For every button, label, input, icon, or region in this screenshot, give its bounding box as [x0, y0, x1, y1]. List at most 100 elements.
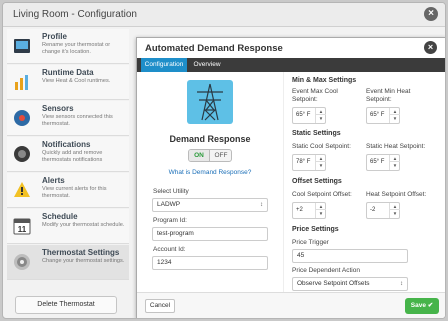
increment-icon[interactable]: ▲	[316, 108, 326, 115]
sidebar-item-desc: Change your thermostat settings.	[42, 258, 125, 264]
min-heat-label: Event Min Heat Setpoint:	[366, 88, 411, 103]
tab-bar: Configuration Overview	[137, 58, 445, 72]
dialog-title: Automated Demand Response	[145, 43, 283, 54]
heat-offset-stepper[interactable]: -2 ▲ ▼	[366, 202, 400, 219]
static-section-title: Static Settings	[292, 130, 341, 137]
price-trigger-label: Price Trigger	[292, 239, 329, 246]
demand-response-dialog: Automated Demand Response × Configuratio…	[136, 37, 445, 318]
sidebar-item-label: Notifications	[42, 140, 91, 149]
sidebar-item-sensors[interactable]: Sensors View sensors connected this ther…	[7, 101, 129, 136]
what-is-demand-response-link[interactable]: What is Demand Response?	[137, 169, 283, 176]
calendar-icon: 11	[13, 218, 31, 235]
demand-response-heading: Demand Response	[169, 134, 251, 144]
sidebar-item-notifications[interactable]: Notifications Quickly add and remove the…	[7, 137, 129, 172]
sidebar-item-runtime-data[interactable]: Runtime Data View Heat & Cool runtimes.	[7, 65, 129, 100]
dialog-close-icon[interactable]: ×	[424, 41, 437, 54]
utility-label: Select Utility	[153, 188, 189, 195]
window-close-icon[interactable]: ×	[424, 7, 438, 21]
dialog-footer: Cancel Save ✔	[137, 292, 445, 318]
price-section-title: Price Settings	[292, 226, 339, 233]
sidebar-item-label: Schedule	[42, 212, 78, 221]
sidebar-item-schedule[interactable]: 11 Schedule Modify your thermostat sched…	[7, 209, 129, 244]
profile-icon	[14, 39, 30, 53]
warning-icon	[14, 182, 30, 197]
settings-panel: Min & Max Settings Event Max Cool Setpoi…	[283, 72, 445, 292]
stepper-value: -2	[370, 207, 376, 213]
sidebar-item-label: Alerts	[42, 176, 65, 185]
config-window: Living Room - Configuration × Profile Re…	[2, 2, 446, 319]
window-header: Living Room - Configuration ×	[3, 3, 445, 27]
price-action-select[interactable]: Observe Setpoint Offsets ↕	[292, 277, 408, 291]
program-id-label: Program Id:	[153, 217, 187, 224]
max-cool-label: Event Max Cool Setpoint:	[292, 88, 338, 103]
sidebar-item-desc: View sensors connected this thermostat.	[42, 114, 113, 127]
dialog-header: Automated Demand Response ×	[137, 38, 445, 58]
toggle-on[interactable]: ON	[189, 150, 210, 161]
sidebar-item-label: Thermostat Settings	[42, 248, 120, 257]
decrement-icon[interactable]: ▼	[390, 115, 400, 122]
price-trigger-input[interactable]: 45	[292, 249, 408, 263]
save-button[interactable]: Save ✔	[405, 298, 439, 314]
increment-icon[interactable]: ▲	[390, 155, 400, 162]
notifications-icon	[14, 146, 30, 162]
select-arrows-icon: ↕	[400, 281, 403, 287]
calendar-day: 11	[18, 225, 27, 234]
toggle-off[interactable]: OFF	[211, 150, 231, 161]
sensor-icon	[14, 110, 30, 126]
program-id-input[interactable]: test-program	[152, 227, 268, 241]
tab-overview[interactable]: Overview	[189, 58, 225, 72]
utility-value: LADWP	[157, 201, 181, 208]
stepper-value: 78° F	[296, 159, 311, 165]
static-heat-label: Static Heat Setpoint:	[366, 143, 426, 150]
sidebar-item-alerts[interactable]: Alerts View current alerts for this ther…	[7, 173, 129, 208]
sidebar-item-desc: Quickly add and remove thermostats notif…	[42, 150, 103, 163]
sidebar-item-label: Sensors	[42, 104, 74, 113]
decrement-icon[interactable]: ▼	[390, 162, 400, 169]
tab-configuration[interactable]: Configuration	[141, 58, 187, 72]
account-id-label: Account Id:	[153, 246, 186, 253]
power-tower-icon	[187, 80, 233, 124]
account-id-input[interactable]: 1234	[152, 256, 268, 270]
decrement-icon[interactable]: ▼	[316, 162, 326, 169]
sidebar-item-desc: View Heat & Cool runtimes.	[42, 78, 111, 84]
decrement-icon[interactable]: ▼	[316, 115, 326, 122]
thermostat-settings-icon	[14, 254, 30, 270]
sidebar-item-desc: Rename your thermostat or change it's lo…	[42, 42, 111, 55]
price-action-label: Price Dependent Action	[292, 267, 360, 274]
utility-select[interactable]: LADWP ↕	[152, 198, 268, 212]
bar-chart-icon	[15, 75, 28, 90]
sidebar-item-thermostat-settings[interactable]: Thermostat Settings Change your thermost…	[7, 245, 129, 280]
stepper-value: 65° F	[370, 112, 385, 118]
cool-offset-label: Cool Setpoint Offset:	[292, 191, 352, 198]
increment-icon[interactable]: ▲	[316, 203, 326, 210]
heat-offset-label: Heat Setpoint Offset:	[366, 191, 427, 198]
sidebar: Profile Rename your thermostat or change…	[3, 29, 131, 318]
cancel-button[interactable]: Cancel	[145, 299, 175, 313]
static-cool-stepper[interactable]: 78° F ▲ ▼	[292, 154, 326, 171]
delete-thermostat-button[interactable]: Delete Thermostat	[15, 296, 117, 314]
static-heat-stepper[interactable]: 65° F ▲ ▼	[366, 154, 400, 171]
stepper-value: 65° F	[370, 159, 385, 165]
select-arrows-icon: ↕	[260, 202, 263, 208]
increment-icon[interactable]: ▲	[316, 155, 326, 162]
sidebar-item-label: Runtime Data	[42, 68, 94, 77]
stepper-value: 65° F	[296, 112, 311, 118]
static-cool-label: Static Cool Setpoint:	[292, 143, 351, 150]
sidebar-item-desc: View current alerts for this thermostat.	[42, 186, 107, 199]
offset-section-title: Offset Settings	[292, 178, 342, 185]
decrement-icon[interactable]: ▼	[390, 210, 400, 217]
minmax-section-title: Min & Max Settings	[292, 77, 357, 84]
increment-icon[interactable]: ▲	[390, 203, 400, 210]
cool-offset-stepper[interactable]: +2 ▲ ▼	[292, 202, 326, 219]
demand-response-panel: Demand Response ON OFF What is Demand Re…	[137, 72, 283, 292]
min-heat-stepper[interactable]: 65° F ▲ ▼	[366, 107, 400, 124]
decrement-icon[interactable]: ▼	[316, 210, 326, 217]
stepper-value: +2	[296, 207, 303, 213]
increment-icon[interactable]: ▲	[390, 108, 400, 115]
demand-response-toggle[interactable]: ON OFF	[188, 149, 232, 162]
sidebar-item-label: Profile	[42, 32, 67, 41]
window-title: Living Room - Configuration	[13, 9, 137, 20]
price-action-value: Observe Setpoint Offsets	[297, 280, 370, 287]
sidebar-item-profile[interactable]: Profile Rename your thermostat or change…	[7, 29, 129, 64]
max-cool-stepper[interactable]: 65° F ▲ ▼	[292, 107, 326, 124]
